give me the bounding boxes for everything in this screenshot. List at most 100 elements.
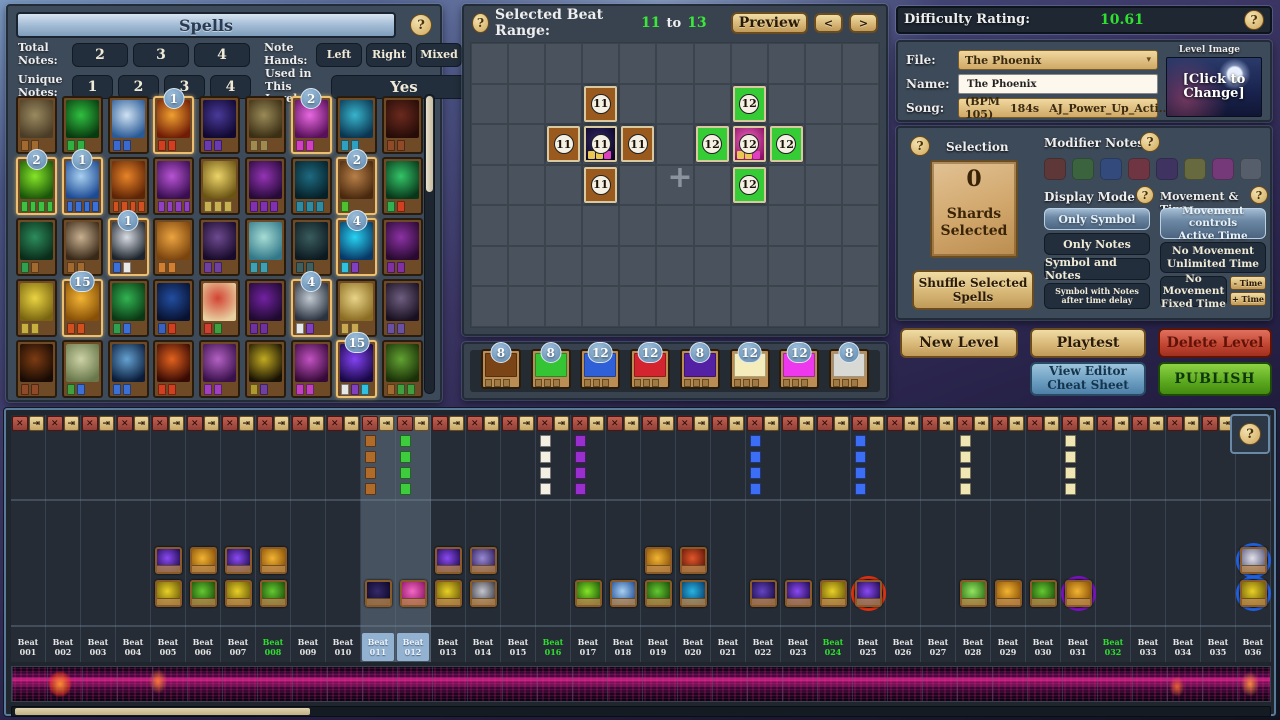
delete-beat-button[interactable]: ✕ [502, 416, 518, 431]
beat-label[interactable]: Beat018 [607, 633, 639, 661]
beat-grid-cell[interactable] [619, 165, 656, 206]
delete-beat-button[interactable]: ✕ [1132, 416, 1148, 431]
beat-note-11[interactable]: 11 [584, 167, 617, 203]
beat-label[interactable]: Beat025 [852, 633, 884, 661]
beat-grid-cell[interactable] [842, 124, 879, 165]
advance-beat-button[interactable]: ⇥ [64, 416, 80, 431]
advance-beat-button[interactable]: ⇥ [939, 416, 955, 431]
beat-label[interactable]: Beat010 [327, 633, 359, 661]
beat-grid-cell[interactable] [619, 43, 656, 84]
beat-grid-cell[interactable] [805, 124, 842, 165]
delete-beat-button[interactable]: ✕ [1097, 416, 1113, 431]
timeline-spell-icon-splash[interactable] [680, 580, 707, 607]
beat-label[interactable]: Beat035 [1202, 633, 1234, 661]
beat-label[interactable]: Beat009 [292, 633, 324, 661]
spell-card-yellow-cloth[interactable] [336, 279, 377, 337]
beat-grid-cell[interactable] [731, 205, 768, 246]
beat-grid-cell[interactable] [471, 84, 508, 125]
timeline-spell-icon-shield[interactable] [190, 547, 217, 574]
publish-button[interactable]: PUBLISH [1158, 362, 1272, 396]
delete-beat-button[interactable]: ✕ [712, 416, 728, 431]
spells-scrollbar-thumb[interactable] [426, 96, 433, 192]
delete-beat-button[interactable]: ✕ [537, 416, 553, 431]
delete-beat-button[interactable]: ✕ [572, 416, 588, 431]
spell-card-orange-meteors[interactable] [108, 157, 149, 215]
delete-beat-button[interactable]: ✕ [82, 416, 98, 431]
beat-note-12[interactable]: 12 [733, 86, 766, 122]
delete-beat-button[interactable]: ✕ [152, 416, 168, 431]
advance-beat-button[interactable]: ⇥ [1114, 416, 1130, 431]
timeline-spell-icon-shield[interactable] [1065, 580, 1092, 607]
beat-grid-cell[interactable] [471, 205, 508, 246]
beat-grid-cell[interactable] [768, 84, 805, 125]
beat-grid-cell[interactable] [508, 84, 545, 125]
beat-grid-cell[interactable] [656, 124, 693, 165]
beat-grid-cell[interactable] [619, 205, 656, 246]
movement-time-help-button[interactable]: ? [1250, 186, 1268, 204]
beat-note-11[interactable]: 11 [621, 126, 654, 162]
advance-beat-button[interactable]: ⇥ [449, 416, 465, 431]
beat-grid-cell[interactable] [805, 165, 842, 206]
beat-grid-cell[interactable] [471, 165, 508, 206]
no-movement-unlimited-button[interactable]: No Movement Unlimited Time [1160, 242, 1266, 273]
advance-beat-button[interactable]: ⇥ [204, 416, 220, 431]
timeline-spell-icon-moon[interactable] [365, 580, 392, 607]
beat-grid-cell[interactable] [768, 286, 805, 327]
beat-label[interactable]: Beat011 [362, 633, 394, 661]
delete-beat-button[interactable]: ✕ [467, 416, 483, 431]
beat-label[interactable]: Beat019 [642, 633, 674, 661]
beat-grid-cell[interactable] [656, 205, 693, 246]
spell-card-purple-flame[interactable] [382, 218, 423, 276]
timeline-scrollbar[interactable] [11, 706, 1271, 717]
beat-grid-cell[interactable] [545, 205, 582, 246]
delete-beat-button[interactable]: ✕ [222, 416, 238, 431]
delete-beat-button[interactable]: ✕ [852, 416, 868, 431]
delete-beat-button[interactable]: ✕ [292, 416, 308, 431]
beat-range-help-button[interactable]: ? [472, 13, 489, 33]
beat-grid-cell[interactable]: 12 [731, 165, 768, 206]
spell-card-purple-lightning[interactable]: 15 [336, 340, 377, 398]
beat-grid-cell[interactable] [768, 165, 805, 206]
beat-grid-cell[interactable] [842, 165, 879, 206]
delete-beat-button[interactable]: ✕ [432, 416, 448, 431]
beat-grid-cell[interactable] [508, 165, 545, 206]
modifier-notes-help-button[interactable]: ? [1140, 132, 1160, 152]
advance-beat-button[interactable]: ⇥ [274, 416, 290, 431]
delete-beat-button[interactable]: ✕ [327, 416, 343, 431]
delete-beat-button[interactable]: ✕ [187, 416, 203, 431]
beat-grid-cell[interactable] [582, 246, 619, 287]
spell-card-amber-shield[interactable]: 15 [62, 279, 103, 337]
advance-beat-button[interactable]: ⇥ [169, 416, 185, 431]
timeline-spell-icon-guitar[interactable] [1240, 580, 1267, 607]
beat-grid-cell[interactable] [471, 43, 508, 84]
beat-note-12[interactable]: 12 [733, 167, 766, 203]
beat-label[interactable]: Beat003 [82, 633, 114, 661]
timeline-spell-icon-ghost[interactable] [1240, 547, 1267, 574]
delete-beat-button[interactable]: ✕ [817, 416, 833, 431]
beat-grid-cell[interactable] [656, 84, 693, 125]
beat-label[interactable]: Beat029 [992, 633, 1024, 661]
note-count-card[interactable]: 12 [630, 349, 670, 389]
delete-beat-button[interactable]: ✕ [1202, 416, 1218, 431]
beat-grid-cell[interactable] [545, 165, 582, 206]
spell-card-teal-orb[interactable] [245, 218, 286, 276]
advance-beat-button[interactable]: ⇥ [694, 416, 710, 431]
beat-note-12[interactable]: 12 [696, 126, 729, 162]
timeline-spell-icon-melon[interactable] [1030, 580, 1057, 607]
delete-beat-button[interactable]: ✕ [1062, 416, 1078, 431]
modifier-note-8[interactable] [1240, 158, 1262, 180]
beat-label[interactable]: Beat020 [677, 633, 709, 661]
spell-card-egg[interactable] [62, 340, 103, 398]
timeline-spell-icon-shield[interactable] [645, 547, 672, 574]
delete-beat-button[interactable]: ✕ [642, 416, 658, 431]
beat-grid-cell[interactable] [805, 286, 842, 327]
timeline-spell-icon-melon[interactable] [190, 580, 217, 607]
spell-card-mushroom[interactable] [199, 279, 240, 337]
delete-beat-button[interactable]: ✕ [1027, 416, 1043, 431]
advance-beat-button[interactable]: ⇥ [1184, 416, 1200, 431]
note-count-card[interactable]: 8 [481, 349, 521, 389]
beat-grid-cell[interactable]: 12 [768, 124, 805, 165]
beat-grid-cell[interactable] [842, 43, 879, 84]
timeline-spell-icon-totem[interactable] [470, 547, 497, 574]
beat-label[interactable]: Beat027 [922, 633, 954, 661]
